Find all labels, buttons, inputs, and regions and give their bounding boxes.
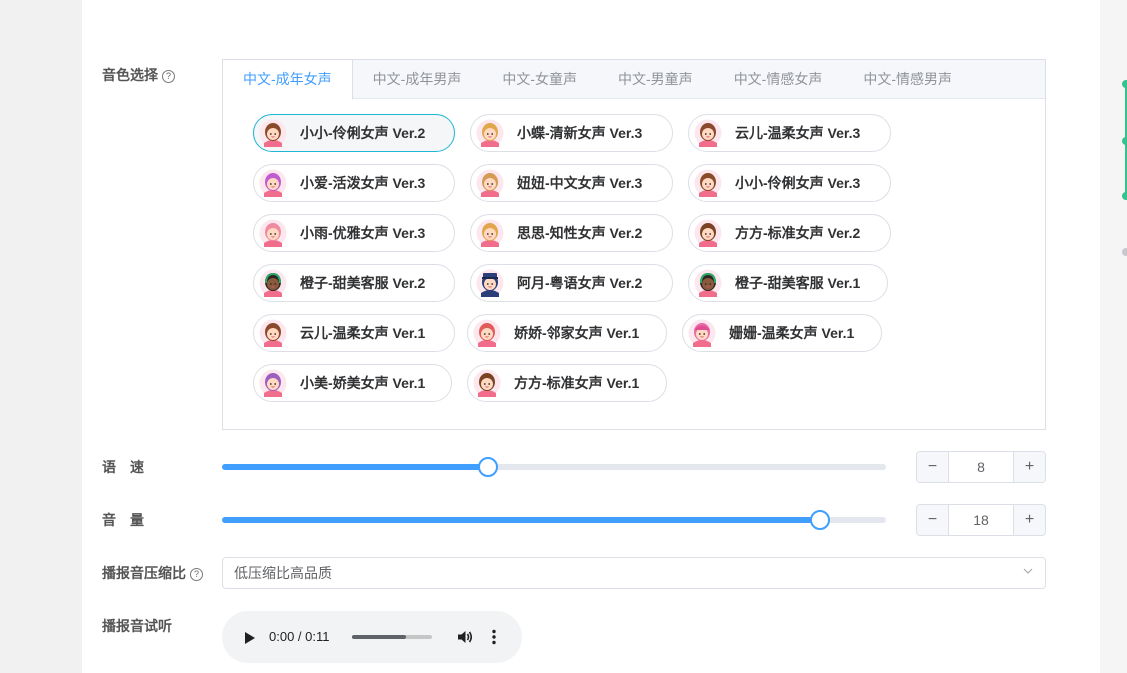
- preview-label: 播报音试听: [102, 618, 172, 634]
- speed-slider-handle[interactable]: [477, 457, 498, 477]
- voice-option-label: 娇娇-邻家女声 Ver.1: [514, 325, 640, 341]
- voice-option[interactable]: 姗姗-温柔女声 Ver.1: [682, 314, 882, 352]
- voice-option-label: 阿月-粤语女声 Ver.2: [517, 275, 643, 291]
- volume-slider-handle[interactable]: [809, 510, 830, 530]
- timeline-dot: [1122, 137, 1127, 145]
- voice-option-label: 小小-伶俐女声 Ver.2: [300, 125, 426, 141]
- voice-option-label: 橙子-甜美客服 Ver.2: [300, 275, 426, 291]
- volume-icon[interactable]: [456, 628, 474, 646]
- voice-option[interactable]: 阿月-粤语女声 Ver.2: [470, 264, 673, 302]
- avatar-icon: [473, 369, 501, 397]
- avatar-icon: [688, 319, 716, 347]
- avatar-icon: [473, 319, 501, 347]
- avatar-icon: [476, 219, 504, 247]
- voice-option[interactable]: 小雨-优雅女声 Ver.3: [253, 214, 455, 252]
- voice-option-label: 小小-伶俐女声 Ver.3: [735, 175, 861, 191]
- tab-voice-category[interactable]: 中文-成年女声: [223, 60, 353, 100]
- timeline-dot: [1122, 192, 1127, 200]
- voice-option-label: 小雨-优雅女声 Ver.3: [300, 225, 426, 241]
- voice-label-text: 音色选择: [102, 67, 158, 83]
- avatar-icon: [476, 169, 504, 197]
- voice-option[interactable]: 橙子-甜美客服 Ver.1: [688, 264, 888, 302]
- tab-voice-category[interactable]: 中文-男童声: [598, 60, 714, 99]
- avatar-icon: [694, 169, 722, 197]
- speed-slider-fill: [222, 464, 488, 470]
- audio-time: 0:00 / 0:11: [269, 629, 330, 644]
- chevron-down-icon: [1023, 568, 1033, 574]
- audio-progress-fill: [352, 635, 407, 639]
- voice-option[interactable]: 方方-标准女声 Ver.2: [688, 214, 891, 252]
- volume-increase-button[interactable]: +: [1013, 505, 1045, 535]
- speed-increase-button[interactable]: +: [1013, 452, 1045, 482]
- timeline-dot: [1122, 80, 1127, 88]
- voice-option-label: 方方-标准女声 Ver.1: [514, 375, 640, 391]
- speed-label: 语 速: [102, 459, 144, 475]
- tab-voice-category[interactable]: 中文-成年男声: [353, 60, 483, 99]
- volume-value-input[interactable]: 18: [949, 505, 1013, 535]
- voice-option-label: 小蝶-清新女声 Ver.3: [517, 125, 643, 141]
- avatar-icon: [259, 119, 287, 147]
- voice-option-label: 橙子-甜美客服 Ver.1: [735, 275, 861, 291]
- voice-option[interactable]: 云儿-温柔女声 Ver.3: [688, 114, 891, 152]
- voice-option[interactable]: 妞妞-中文女声 Ver.3: [470, 164, 673, 202]
- voice-option[interactable]: 小小-伶俐女声 Ver.2: [253, 114, 455, 152]
- voice-option-label: 云儿-温柔女声 Ver.3: [735, 125, 861, 141]
- compression-selected-value: 低压缩比高品质: [234, 565, 332, 581]
- voice-option-label: 云儿-温柔女声 Ver.1: [300, 325, 426, 341]
- speed-stepper: − 8 +: [916, 451, 1046, 483]
- voice-option[interactable]: 小小-伶俐女声 Ver.3: [688, 164, 891, 202]
- avatar-icon: [259, 169, 287, 197]
- avatar-icon: [476, 269, 504, 297]
- avatar-icon: [259, 319, 287, 347]
- volume-label: 音 量: [102, 512, 144, 528]
- speed-value-input[interactable]: 8: [949, 452, 1013, 482]
- voice-option-label: 小美-娇美女声 Ver.1: [300, 375, 426, 391]
- voice-option-label: 思思-知性女声 Ver.2: [517, 225, 643, 241]
- voice-option[interactable]: 小爱-活泼女声 Ver.3: [253, 164, 455, 202]
- voice-label: 音色选择?: [102, 66, 175, 84]
- voice-option-label: 小爱-活泼女声 Ver.3: [300, 175, 426, 191]
- voice-option[interactable]: 小蝶-清新女声 Ver.3: [470, 114, 673, 152]
- compression-label-text: 播报音压缩比: [102, 565, 186, 581]
- voice-option[interactable]: 方方-标准女声 Ver.1: [467, 364, 667, 402]
- tab-voice-category[interactable]: 中文-女童声: [482, 60, 598, 99]
- avatar-icon: [259, 369, 287, 397]
- avatar-icon: [259, 269, 287, 297]
- help-icon[interactable]: ?: [190, 568, 203, 581]
- compression-label: 播报音压缩比?: [102, 564, 203, 582]
- right-scroll-strip: [1100, 0, 1127, 673]
- voice-option[interactable]: 思思-知性女声 Ver.2: [470, 214, 673, 252]
- volume-stepper: − 18 +: [916, 504, 1046, 536]
- avatar-icon: [694, 119, 722, 147]
- audio-player: 0:00 / 0:11: [222, 611, 522, 663]
- voice-option-label: 方方-标准女声 Ver.2: [735, 225, 861, 241]
- voice-option[interactable]: 小美-娇美女声 Ver.1: [253, 364, 452, 402]
- avatar-icon: [476, 119, 504, 147]
- avatar-icon: [694, 219, 722, 247]
- volume-slider-fill: [222, 517, 820, 523]
- avatar-icon: [694, 269, 722, 297]
- speed-slider[interactable]: [222, 457, 886, 477]
- compression-select[interactable]: 低压缩比高品质: [222, 557, 1046, 589]
- help-icon[interactable]: ?: [162, 70, 175, 83]
- volume-decrease-button[interactable]: −: [917, 505, 949, 535]
- voice-option[interactable]: 橙子-甜美客服 Ver.2: [253, 264, 455, 302]
- speed-decrease-button[interactable]: −: [917, 452, 949, 482]
- voice-option-label: 姗姗-温柔女声 Ver.1: [729, 325, 855, 341]
- audio-progress-bar[interactable]: [352, 635, 432, 639]
- voice-option[interactable]: 娇娇-邻家女声 Ver.1: [467, 314, 667, 352]
- more-options-icon[interactable]: [492, 629, 496, 645]
- tab-voice-category[interactable]: 中文-情感女声: [714, 60, 844, 99]
- play-icon[interactable]: [244, 631, 256, 645]
- voice-tabs: 中文-成年女声 中文-成年男声 中文-女童声 中文-男童声 中文-情感女声 中文-情感男声: [223, 60, 1045, 100]
- voice-option-label: 妞妞-中文女声 Ver.3: [517, 175, 643, 191]
- voice-option[interactable]: 云儿-温柔女声 Ver.1: [253, 314, 455, 352]
- volume-slider[interactable]: [222, 510, 886, 530]
- voice-selector: 中文-成年女声 中文-成年男声 中文-女童声 中文-男童声 中文-情感女声 中文-情感男声…: [222, 59, 1046, 430]
- timeline-dot: [1122, 248, 1127, 256]
- avatar-icon: [259, 219, 287, 247]
- tab-voice-category[interactable]: 中文-情感男声: [843, 60, 973, 99]
